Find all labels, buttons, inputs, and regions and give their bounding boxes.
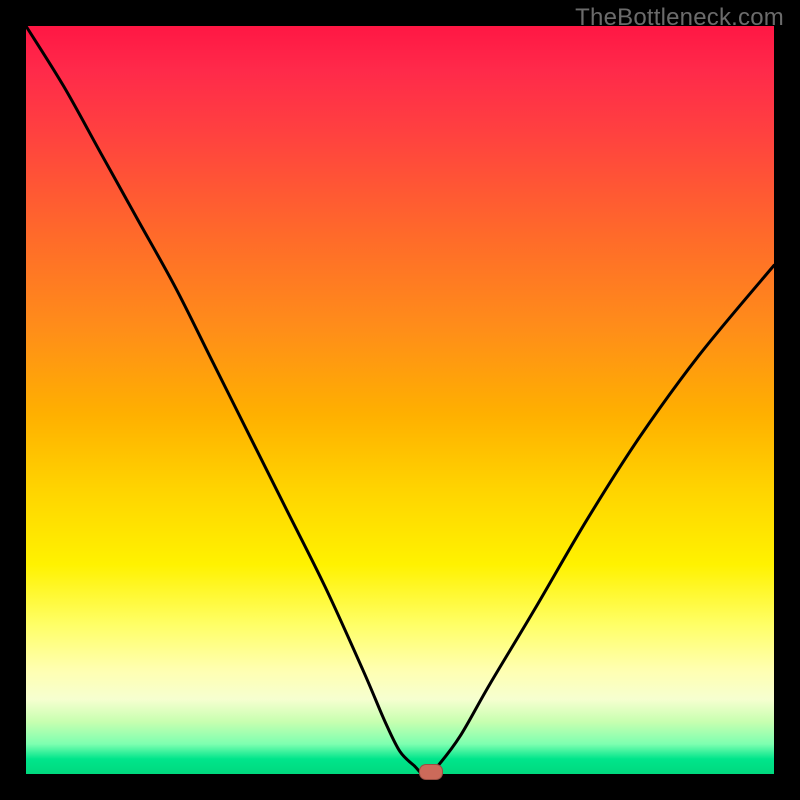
bottleneck-curve	[26, 26, 774, 774]
plot-area	[26, 26, 774, 774]
optimal-point-marker	[419, 764, 443, 780]
chart-frame: TheBottleneck.com	[0, 0, 800, 800]
